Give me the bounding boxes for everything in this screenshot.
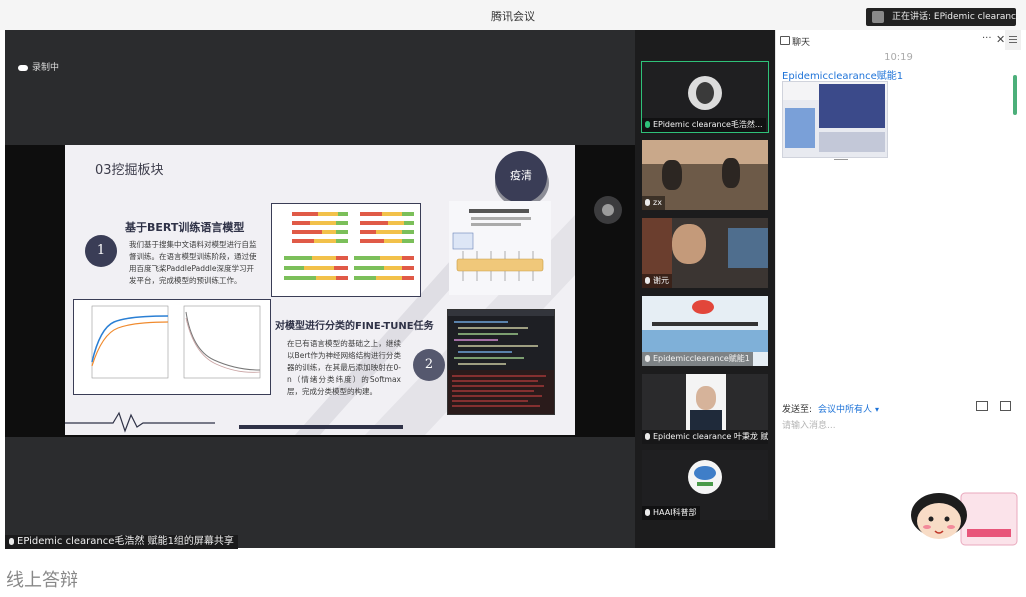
training-curves-image	[91, 305, 261, 379]
chat-message-input[interactable]: 请输入消息...	[782, 418, 1012, 431]
recipient-dropdown[interactable]: 会议中所有人	[818, 405, 872, 415]
chat-timestamp: 10:19	[884, 52, 913, 63]
chat-scrollbar[interactable]	[1013, 75, 1017, 115]
image-caption: 线上答辩	[6, 570, 78, 591]
sentiment-bars-image	[284, 212, 414, 280]
participant-tile[interactable]: Epidemicclearance赋能1	[642, 296, 768, 366]
speaking-text: 正在讲话: EPidemic clearance...	[892, 12, 1016, 22]
participant-name-label: EPidemic clearance毛浩然...	[642, 118, 766, 132]
floating-control-button[interactable]	[594, 196, 622, 224]
participant-name-label: HAAI科普部	[642, 506, 700, 520]
participant-name: HAAI科普部	[653, 508, 697, 517]
mic-icon	[645, 355, 650, 362]
code-screenshot-panel	[447, 309, 555, 415]
presentation-slide: 03挖掘板块 疫清 1 基于BERT训练语言模型 我们基于搜集中文语料对模型进行…	[65, 145, 575, 435]
section-number-2: 2	[413, 349, 445, 381]
avatar	[688, 460, 722, 494]
close-icon[interactable]: ✕	[996, 33, 1005, 46]
cloud-icon	[18, 64, 28, 71]
more-options-icon[interactable]: ···	[982, 33, 992, 44]
mic-icon	[645, 199, 650, 206]
section1-body: 我们基于搜集中文语料对模型进行自监督训练。在语言模型训练阶段，通过使用百度飞桨P…	[129, 240, 257, 285]
send-to-label: 发送至:	[782, 405, 813, 415]
participant-name-label: Epidemic clearance 叶秉龙 赋能...	[642, 430, 768, 444]
participant-tile[interactable]: 谢元	[642, 218, 768, 288]
participant-tile[interactable]: zx	[642, 140, 768, 210]
menu-icon	[1009, 36, 1017, 37]
recording-indicator: 录制中	[18, 60, 59, 73]
chevron-down-icon[interactable]: ▾	[875, 405, 879, 414]
side-menu-button[interactable]	[1005, 30, 1021, 50]
participant-tile[interactable]: Epidemic clearance 叶秉龙 赋能...	[642, 374, 768, 444]
share-owner-label: EPidemic clearance毛浩然 赋能1组的屏幕共享	[5, 535, 238, 549]
participant-tile[interactable]: EPidemic clearance毛浩然...	[641, 61, 769, 133]
recording-label: 录制中	[32, 63, 60, 73]
avatar	[688, 76, 722, 110]
cartoon-sticker-image	[911, 492, 1018, 546]
screenshot-icon[interactable]	[1000, 401, 1011, 411]
section2-title: 对模型进行分类的FINE-TUNE任务	[275, 321, 434, 332]
participant-name-label: zx	[642, 196, 665, 210]
participant-name: 谢元	[653, 276, 669, 285]
participant-name: Epidemic clearance 叶秉龙 赋能...	[653, 432, 768, 441]
section1-title: 基于BERT训练语言模型	[125, 221, 245, 234]
chat-message-sender[interactable]: Epidemicclearance赋能1	[782, 67, 903, 82]
chat-bubble-icon	[780, 36, 790, 45]
chat-image-attachment[interactable]	[782, 81, 888, 158]
mic-icon	[645, 277, 650, 284]
mic-icon	[645, 433, 650, 440]
slide-title: 03挖掘板块	[95, 163, 164, 178]
mic-icon	[645, 509, 650, 516]
slide-wave-decoration	[65, 411, 403, 433]
training-curves-panel	[73, 299, 271, 395]
chat-panel: 聊天 ··· ✕ 10:19 Epidemicclearance赋能1 发送至:…	[775, 30, 1021, 548]
code-screenshot-image	[448, 310, 554, 414]
participant-name: EPidemic clearance毛浩然...	[653, 120, 763, 129]
sentiment-bars-panel	[271, 203, 421, 297]
speaker-avatar	[872, 11, 884, 23]
participant-name-label: Epidemicclearance赋能1	[642, 352, 753, 366]
chat-title: 聊天	[792, 38, 811, 48]
chat-tool-icons	[976, 401, 1011, 414]
mic-icon	[9, 537, 14, 545]
share-owner-text: EPidemic clearance毛浩然 赋能1组的屏幕共享	[17, 536, 234, 547]
bert-diagram-image	[452, 209, 544, 281]
speaking-indicator[interactable]: 正在讲话: EPidemic clearance...	[866, 8, 1016, 26]
section-number-1: 1	[85, 235, 117, 267]
folder-icon[interactable]	[976, 401, 988, 411]
logo-text: 疫清	[510, 169, 532, 182]
participant-name: Epidemicclearance赋能1	[653, 354, 750, 363]
participant-tile[interactable]: HAAI科普部	[642, 450, 768, 520]
mic-icon	[645, 121, 650, 128]
section2-body: 在已有语言模型的基础之上，继续以Bert作为神经网络结构进行分类器的训练，在其最…	[287, 339, 401, 396]
participant-name: zx	[653, 198, 662, 207]
participant-list[interactable]: EPidemic clearance毛浩然... zx 谢元 Epidemicc…	[635, 30, 775, 548]
participant-name-label: 谢元	[642, 274, 672, 288]
attachment-divider	[834, 159, 848, 160]
control-dot	[602, 204, 614, 216]
bert-diagram-panel	[449, 201, 551, 295]
